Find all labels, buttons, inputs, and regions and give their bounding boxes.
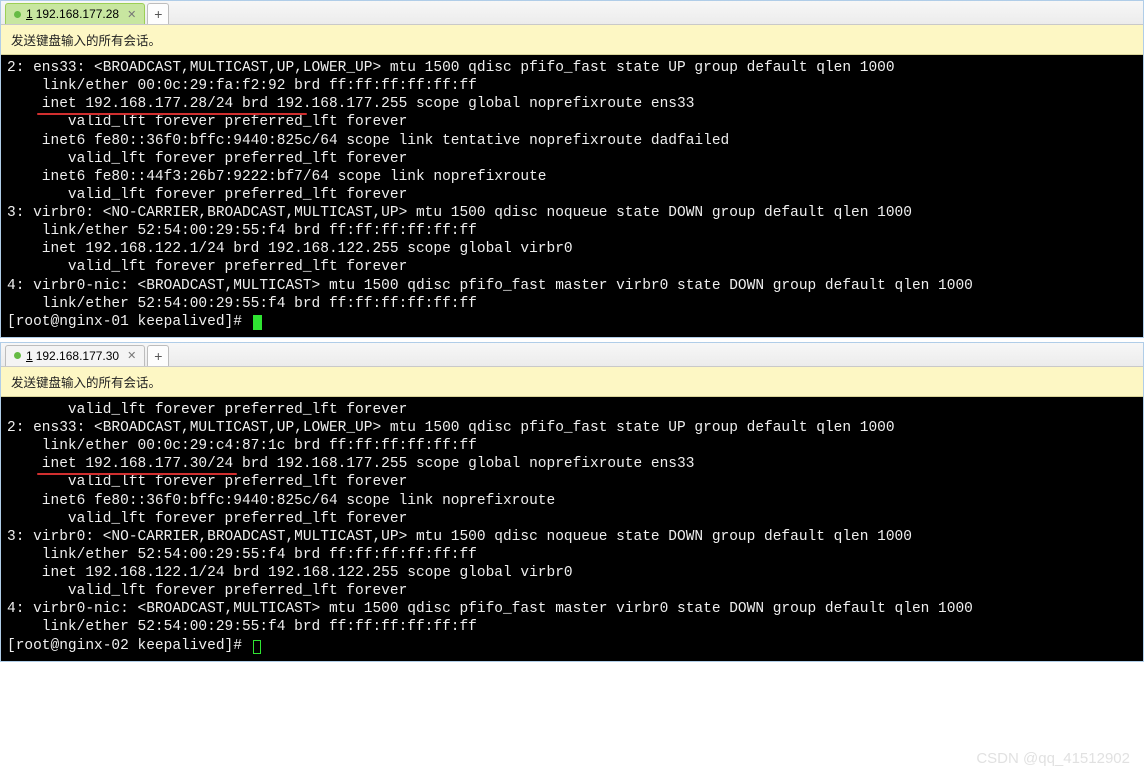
close-icon[interactable]: ✕	[127, 8, 136, 21]
annotation-underline	[37, 113, 307, 115]
terminal-line: valid_lft forever preferred_lft forever	[7, 401, 1137, 419]
close-icon[interactable]: ✕	[127, 349, 136, 362]
terminal-line: link/ether 52:54:00:29:55:f4 brd ff:ff:f…	[7, 222, 1137, 240]
terminal-output[interactable]: valid_lft forever preferred_lft forever2…	[1, 397, 1143, 661]
terminal-line: valid_lft forever preferred_lft forever	[7, 186, 1137, 204]
terminal-line: valid_lft forever preferred_lft forever	[7, 582, 1137, 600]
status-dot-icon	[14, 11, 21, 18]
terminal-line: link/ether 00:0c:29:fa:f2:92 brd ff:ff:f…	[7, 77, 1137, 95]
watermark: CSDN @qq_41512902	[976, 750, 1130, 767]
terminal-prompt-line[interactable]: [root@nginx-01 keepalived]#	[7, 313, 1137, 331]
tab-label: 192.168.177.30	[36, 349, 119, 363]
terminal-line: inet6 fe80::36f0:bffc:9440:825c/64 scope…	[7, 132, 1137, 150]
session-tab[interactable]: 1192.168.177.30 ✕	[5, 345, 145, 366]
tab-index: 1	[26, 349, 33, 363]
terminal-line: inet 192.168.122.1/24 brd 192.168.122.25…	[7, 564, 1137, 582]
terminal-line: inet6 fe80::36f0:bffc:9440:825c/64 scope…	[7, 492, 1137, 510]
tab-bar: 1192.168.177.30 ✕ +	[1, 343, 1143, 367]
terminal-line: valid_lft forever preferred_lft forever	[7, 150, 1137, 168]
terminal-line: inet 192.168.177.30/24 brd 192.168.177.2…	[7, 455, 1137, 473]
terminal-line: link/ether 52:54:00:29:55:f4 brd ff:ff:f…	[7, 295, 1137, 313]
terminal-line: 2: ens33: <BROADCAST,MULTICAST,UP,LOWER_…	[7, 59, 1137, 77]
terminal-line: valid_lft forever preferred_lft forever	[7, 113, 1137, 131]
terminal-line: 4: virbr0-nic: <BROADCAST,MULTICAST> mtu…	[7, 600, 1137, 618]
add-tab-button[interactable]: +	[147, 3, 169, 24]
terminal-line: inet6 fe80::44f3:26b7:9222:bf7/64 scope …	[7, 168, 1137, 186]
tab-index: 1	[26, 7, 33, 21]
terminal-line: 3: virbr0: <NO-CARRIER,BROADCAST,MULTICA…	[7, 204, 1137, 222]
terminal-line: valid_lft forever preferred_lft forever	[7, 258, 1137, 276]
terminal-prompt-line[interactable]: [root@nginx-02 keepalived]#	[7, 637, 1137, 655]
terminal-line: 4: virbr0-nic: <BROADCAST,MULTICAST> mtu…	[7, 277, 1137, 295]
terminal-line: valid_lft forever preferred_lft forever	[7, 473, 1137, 491]
tab-label: 192.168.177.28	[36, 7, 119, 21]
broadcast-notice: 发送键盘输入的所有会话。	[1, 367, 1143, 397]
tab-bar: 1192.168.177.28 ✕ +	[1, 1, 1143, 25]
prompt-text: [root@nginx-02 keepalived]#	[7, 638, 251, 654]
terminal-line: link/ether 52:54:00:29:55:f4 brd ff:ff:f…	[7, 618, 1137, 636]
terminal-line: link/ether 00:0c:29:c4:87:1c brd ff:ff:f…	[7, 437, 1137, 455]
terminal-output[interactable]: 2: ens33: <BROADCAST,MULTICAST,UP,LOWER_…	[1, 55, 1143, 337]
terminal-line: inet 192.168.122.1/24 brd 192.168.122.25…	[7, 240, 1137, 258]
prompt-text: [root@nginx-01 keepalived]#	[7, 314, 251, 330]
session-tab[interactable]: 1192.168.177.28 ✕	[5, 3, 145, 24]
status-dot-icon	[14, 352, 21, 359]
terminal-line: inet 192.168.177.28/24 brd 192.168.177.2…	[7, 95, 1137, 113]
terminal-window: 1192.168.177.28 ✕ +发送键盘输入的所有会话。 2: ens33: <…	[0, 0, 1144, 338]
add-tab-button[interactable]: +	[147, 345, 169, 366]
terminal-line: link/ether 52:54:00:29:55:f4 brd ff:ff:f…	[7, 546, 1137, 564]
cursor-icon	[253, 315, 262, 330]
terminal-line: 2: ens33: <BROADCAST,MULTICAST,UP,LOWER_…	[7, 419, 1137, 437]
annotation-underline	[37, 473, 237, 475]
terminal-window: 1192.168.177.30 ✕ +发送键盘输入的所有会话。 valid_lft …	[0, 342, 1144, 662]
terminal-line: 3: virbr0: <NO-CARRIER,BROADCAST,MULTICA…	[7, 528, 1137, 546]
broadcast-notice: 发送键盘输入的所有会话。	[1, 25, 1143, 55]
cursor-icon	[253, 640, 261, 654]
terminal-line: valid_lft forever preferred_lft forever	[7, 510, 1137, 528]
